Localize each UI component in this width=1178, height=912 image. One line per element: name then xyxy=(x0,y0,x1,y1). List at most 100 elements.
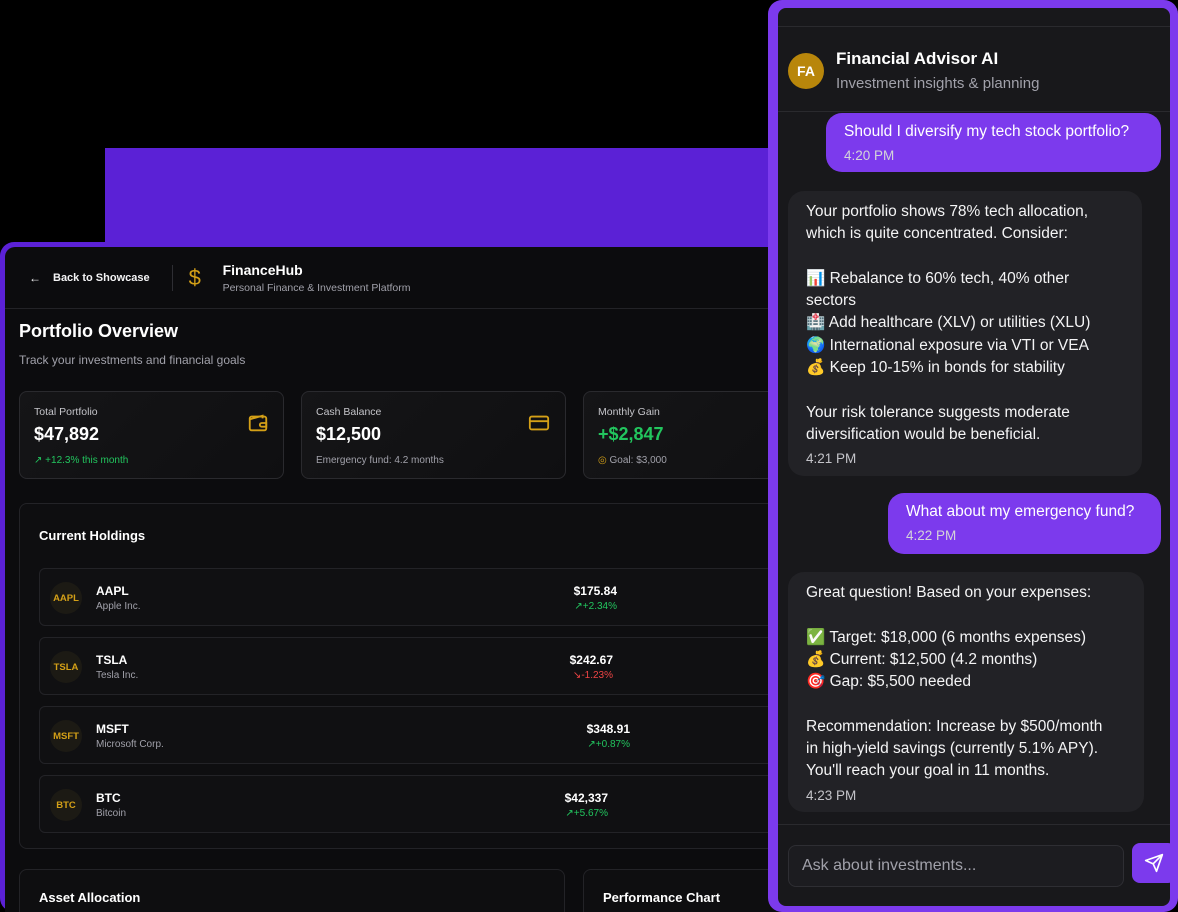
brand-subtitle: Personal Finance & Investment Platform xyxy=(222,281,411,294)
message-text: 💰 Keep 10-15% in bonds for stability xyxy=(806,359,1065,377)
holding-price: $242.67 xyxy=(569,653,613,667)
message-text: sectors xyxy=(806,292,856,310)
chat-message-user: Should I diversify my tech stock portfol… xyxy=(826,113,1161,172)
wallet-icon xyxy=(247,412,269,439)
avatar: FA xyxy=(788,53,824,89)
advisor-chat-panel: FA Financial Advisor AI Investment insig… xyxy=(768,0,1178,912)
finance-app-window: ← Back to Showcase $ FinanceHub Personal… xyxy=(0,242,790,912)
chat-subtitle: Investment insights & planning xyxy=(836,75,1040,92)
stat-label: Cash Balance xyxy=(316,406,382,418)
holding-row-btc[interactable]: BTC BTC Bitcoin $42,337 ↗+5.67% xyxy=(39,775,790,833)
back-to-showcase-button[interactable]: ← Back to Showcase xyxy=(29,271,150,285)
stat-note: ◎ Goal: $3,000 xyxy=(598,455,667,466)
message-time: 4:20 PM xyxy=(844,148,895,164)
message-text: 💰 Current: $12,500 (4.2 months) xyxy=(806,650,1038,668)
message-text: What about my emergency fund? xyxy=(906,503,1135,520)
stat-value: $12,500 xyxy=(316,424,382,444)
stat-card-monthly-gain: Monthly Gain +$2,847 ◎ Goal: $3,000 xyxy=(583,391,790,479)
chat-input[interactable] xyxy=(788,845,1124,887)
holding-row-aapl[interactable]: AAPL AAPL Apple Inc. $175.84 ↗+2.34% xyxy=(39,568,790,626)
performance-chart-card: Performance Chart xyxy=(583,869,790,912)
asset-allocation-title: Asset Allocation xyxy=(39,890,141,905)
holding-symbol: AAPL xyxy=(96,584,129,598)
portfolio-page: Portfolio Overview Track your investment… xyxy=(19,321,790,912)
stat-value: $47,892 xyxy=(34,424,100,444)
stat-card-total-portfolio: Total Portfolio $47,892 ↗ +12.3% this mo… xyxy=(19,391,284,479)
holding-row-tsla[interactable]: TSLA TSLA Tesla Inc. $242.67 ↘-1.23% xyxy=(39,637,790,695)
app-content: ← Back to Showcase $ FinanceHub Personal… xyxy=(5,247,790,912)
stat-label: Monthly Gain xyxy=(598,406,660,418)
message-text: 📊 Rebalance to 60% tech, 40% other xyxy=(806,269,1070,287)
chat-title: Financial Advisor AI xyxy=(836,49,999,68)
credit-card-icon xyxy=(527,412,551,439)
holding-change: ↗+0.87% xyxy=(587,739,630,750)
message-text: Your risk tolerance suggests moderate xyxy=(806,403,1070,421)
target-icon: ◎ xyxy=(598,455,607,466)
message-text: 🏥 Add healthcare (XLV) or utilities (XLU… xyxy=(806,314,1091,332)
holding-symbol: TSLA xyxy=(96,653,128,667)
message-text: in high-yield savings (currently 5.1% AP… xyxy=(806,740,1099,758)
holding-change: ↘-1.23% xyxy=(572,670,613,681)
page-title: Portfolio Overview xyxy=(19,321,179,341)
holding-change: ↗+5.67% xyxy=(565,808,608,819)
holding-name: Bitcoin xyxy=(96,808,127,819)
message-text: diversification would be beneficial. xyxy=(806,425,1041,443)
stat-value: +$2,847 xyxy=(598,424,664,444)
divider xyxy=(171,264,173,291)
message-text: Should I diversify my tech stock portfol… xyxy=(844,123,1130,140)
holding-symbol: BTC xyxy=(96,791,121,805)
message-time: 4:22 PM xyxy=(906,528,957,544)
arrow-left-icon: ← xyxy=(29,270,41,285)
current-holdings-card: Current Holdings AAPL AAPL Apple Inc. $1… xyxy=(19,503,790,849)
message-text: Great question! Based on your expenses: xyxy=(806,584,1092,601)
chat-message-user: What about my emergency fund? 4:22 PM xyxy=(888,493,1161,554)
holding-name: Tesla Inc. xyxy=(96,670,139,681)
message-text: You'll reach your goal in 11 months. xyxy=(806,762,1050,780)
holding-symbol: MSFT xyxy=(96,722,129,736)
ticker-badge: TSLA xyxy=(50,651,82,683)
message-text: 🌍 International exposure via VTI or VEA xyxy=(806,336,1089,354)
chat-header: FA Financial Advisor AI Investment insig… xyxy=(778,26,1170,112)
stats-row: Total Portfolio $47,892 ↗ +12.3% this mo… xyxy=(19,391,790,481)
stat-note: Emergency fund: 4.2 months xyxy=(316,455,444,466)
message-text: which is quite concentrated. Consider: xyxy=(806,225,1068,243)
message-time: 4:21 PM xyxy=(806,451,857,467)
chat-message-ai: Your portfolio shows 78% tech allocation… xyxy=(788,191,1142,476)
message-text: Recommendation: Increase by $500/month xyxy=(806,717,1103,735)
send-button[interactable] xyxy=(1132,843,1170,883)
chat-content: FA Financial Advisor AI Investment insig… xyxy=(778,8,1170,906)
page-subtitle: Track your investments and financial goa… xyxy=(19,353,246,367)
back-button-label: Back to Showcase xyxy=(53,271,150,284)
ticker-badge: MSFT xyxy=(50,720,82,752)
holding-name: Apple Inc. xyxy=(96,601,141,612)
stat-label: Total Portfolio xyxy=(34,406,98,418)
chat-input-bar xyxy=(778,824,1170,906)
top-bar: ← Back to Showcase $ FinanceHub Personal… xyxy=(5,247,790,309)
brand-name: FinanceHub xyxy=(222,261,303,278)
holdings-title: Current Holdings xyxy=(39,528,146,543)
holding-price: $348.91 xyxy=(586,722,630,736)
holding-change: ↗+2.34% xyxy=(574,601,617,612)
holding-price: $175.84 xyxy=(573,584,617,598)
holding-name: Microsoft Corp. xyxy=(96,739,164,750)
message-text: ✅ Target: $18,000 (6 months expenses) xyxy=(806,628,1087,646)
chat-message-ai: Great question! Based on your expenses: … xyxy=(788,572,1144,812)
brand: FinanceHub Personal Finance & Investment… xyxy=(223,262,411,294)
ticker-badge: AAPL xyxy=(50,582,82,614)
message-text: 🎯 Gap: $5,500 needed xyxy=(806,673,971,691)
holding-price: $42,337 xyxy=(564,791,608,805)
performance-chart-title: Performance Chart xyxy=(603,890,721,905)
dollar-icon: $ xyxy=(188,264,201,290)
asset-allocation-card: Asset Allocation xyxy=(19,869,565,912)
message-time: 4:23 PM xyxy=(806,787,857,803)
ticker-badge: BTC xyxy=(50,789,82,821)
message-text: Your portfolio shows 78% tech allocation… xyxy=(806,203,1089,220)
stat-card-cash-balance: Cash Balance $12,500 Emergency fund: 4.2… xyxy=(301,391,566,479)
send-icon xyxy=(1144,853,1164,873)
holding-row-msft[interactable]: MSFT MSFT Microsoft Corp. $348.91 ↗+0.87… xyxy=(39,706,790,764)
stat-note: ↗ +12.3% this month xyxy=(34,455,129,466)
